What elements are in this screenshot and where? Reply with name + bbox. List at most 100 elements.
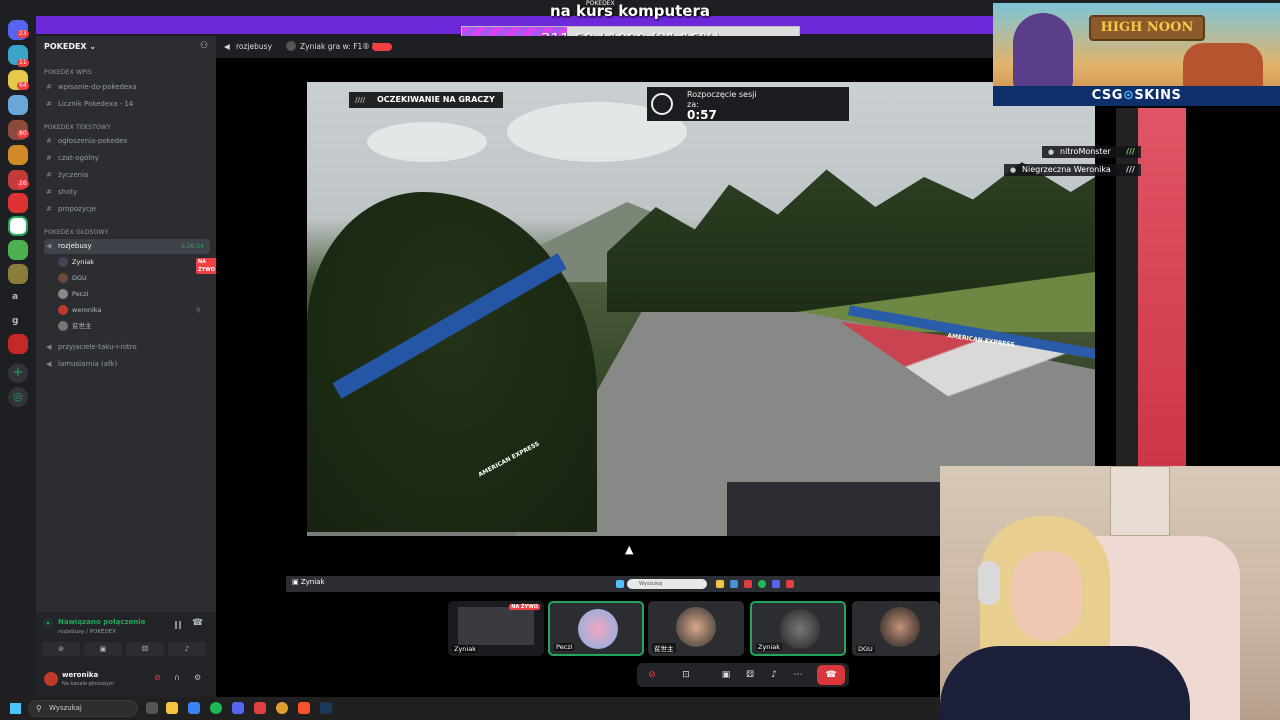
mic-muted-icon[interactable]: ⊘ [154,673,161,682]
steam-icon[interactable] [320,702,332,714]
unread-badge: 23 [17,30,29,38]
unread-badge: 26 [17,180,29,188]
server-icon[interactable] [8,145,28,165]
server-initial[interactable]: g [12,316,18,326]
activity-icon[interactable]: ⚄ [741,668,759,682]
folder-icon[interactable] [166,702,178,714]
leave-call-button[interactable]: ☎ [817,665,845,685]
activity-button[interactable]: ⚄ [126,642,164,656]
store-icon[interactable] [188,702,200,714]
brave-icon[interactable] [298,702,310,714]
live-badge: NA ŻYWO [509,604,540,610]
category-label[interactable]: POKEDEX Tekstowy [44,124,111,131]
participant-tile[interactable]: Peczi [548,601,644,656]
category-label[interactable]: POKEDEX GŁOSOWY [44,229,108,236]
mic-muted-icon[interactable]: ⊘ [643,668,661,682]
stripes-icon: /// [1126,165,1135,174]
avatar [780,609,820,649]
voice-channel-przyjaciele[interactable]: ◀ przyjaciele-taku-i-nitro [44,340,210,355]
chrome-icon[interactable] [276,702,288,714]
noise-icon[interactable]: ‖‖ [174,620,182,629]
session-time: 0:57 [687,108,717,122]
avatar [58,273,68,283]
participant-tile[interactable]: NA ŻYWO Zyniak [448,601,544,656]
header-channel: rozjebusy [236,42,273,51]
avatar [58,257,68,267]
voice-channel-lamusiarnia[interactable]: ◀ lamusiarnia (afk) [44,357,210,372]
server-icon[interactable] [8,334,28,354]
participant-tile[interactable]: DGU [852,601,940,656]
avatar [578,609,618,649]
banner-title: na kurs komputera [549,2,710,20]
server-initial[interactable]: a [12,292,18,302]
player-tag: Niegrzeczna Weronika/// [1004,164,1141,176]
voice-user[interactable]: Zyniak NA ŻYWO [58,256,218,274]
voice-user[interactable]: weronika ⚲ [58,304,208,317]
server-icon[interactable] [8,264,28,284]
channel-zyczenia[interactable]: # życzenia [44,168,210,183]
hash-icon: # [46,100,52,108]
channel-licznik[interactable]: # Licznik Pokedexa - 14 [44,97,210,112]
headphones-icon[interactable]: ∩ [174,673,180,682]
camera-off-icon[interactable]: ⊡ [677,668,695,682]
ad-brand: CSG⊙SKINS [993,86,1280,106]
screen-share-button[interactable]: ▣ [84,642,122,656]
taskbar-search[interactable]: ⚲ Wyszukaj [28,700,138,717]
session-timer: Rozpoczęcie sesji za: 0:57 [647,87,849,122]
cloud [367,122,487,162]
server-icon-active[interactable] [8,216,28,236]
category-label[interactable]: POKEDEX Wpis [44,69,92,76]
server-icon[interactable] [8,240,28,260]
add-server-icon[interactable]: + [8,363,28,383]
channel-ogloszenia[interactable]: # ogłoszenia-pokedex [44,134,210,149]
discord-icon[interactable] [232,702,244,714]
windows-icon [616,580,624,588]
channel-sidebar: POKEDEX ⌄ ⚇ POKEDEX Wpis # wpisanie-do-po… [36,36,218,697]
spotify-icon[interactable] [210,702,222,714]
participant-tile[interactable]: Zyniak [750,601,846,656]
participant-name: Zyniak [756,643,782,651]
participant-tile[interactable]: 贫世主 [648,601,744,656]
hash-icon: # [46,154,52,162]
avatar[interactable] [44,672,58,686]
ad-sign: HIGH NOON [1089,15,1205,41]
username: weronika [62,671,99,679]
voice-connection-panel: ⦿ Nawiązano połączenie rozjebusy / POKED… [36,612,216,697]
call-controls: ⊘ ⊡ ▣ ⚄ ♪ ⋯ ☎ [637,663,849,687]
avatar [58,321,68,331]
invite-icon[interactable]: ⚇ [200,41,208,51]
channel-shoty[interactable]: # shoty [44,185,210,200]
windows-start-icon[interactable] [10,703,21,714]
screen-share-icon[interactable]: ▣ [717,668,735,682]
participant-name: Zyniak [452,645,478,653]
voice-channel-rozjebusy[interactable]: ◀ rozjebusy 3:26:24 [44,239,210,254]
task-view-icon[interactable] [146,702,158,714]
more-icon[interactable]: ⋯ [789,668,807,682]
soundboard-button[interactable]: ♪ [168,642,206,656]
server-icon[interactable] [8,193,28,213]
windows-taskbar: ⚲ Wyszukaj [0,697,940,720]
voice-user[interactable]: Peczi [58,288,208,301]
explore-icon[interactable]: ◎ [8,387,28,407]
voice-user[interactable]: 贫世主 [58,320,208,333]
speaker-icon: ◀ [46,242,52,250]
webcam-background [1110,466,1170,536]
header-activity: Zyniak gra w: F1® 25 [300,42,382,51]
channel-czat[interactable]: # czat-ogólny [44,151,210,166]
server-icon[interactable] [8,95,28,115]
streamer-face [1012,551,1082,641]
disconnect-icon[interactable]: ☎ [192,618,203,628]
channel-propozycje[interactable]: # propozycje [44,202,210,217]
avatar [676,607,716,647]
folder-icon [716,580,724,588]
app-icon[interactable] [254,702,266,714]
hash-icon: # [46,83,52,91]
server-name[interactable]: POKEDEX ⌄ [44,42,96,51]
soundboard-icon[interactable]: ♪ [765,668,783,682]
player-tag: nitroMonster/// [1042,146,1141,158]
channel-wpisanie[interactable]: # wpisanie-do-pokedexa [44,80,210,95]
voice-user[interactable]: DGU [58,272,208,285]
camera-off-button[interactable]: ⊘ [42,642,80,656]
gear-icon[interactable]: ⚙ [194,673,201,682]
banner-top-label: POKEDEX [586,0,615,7]
